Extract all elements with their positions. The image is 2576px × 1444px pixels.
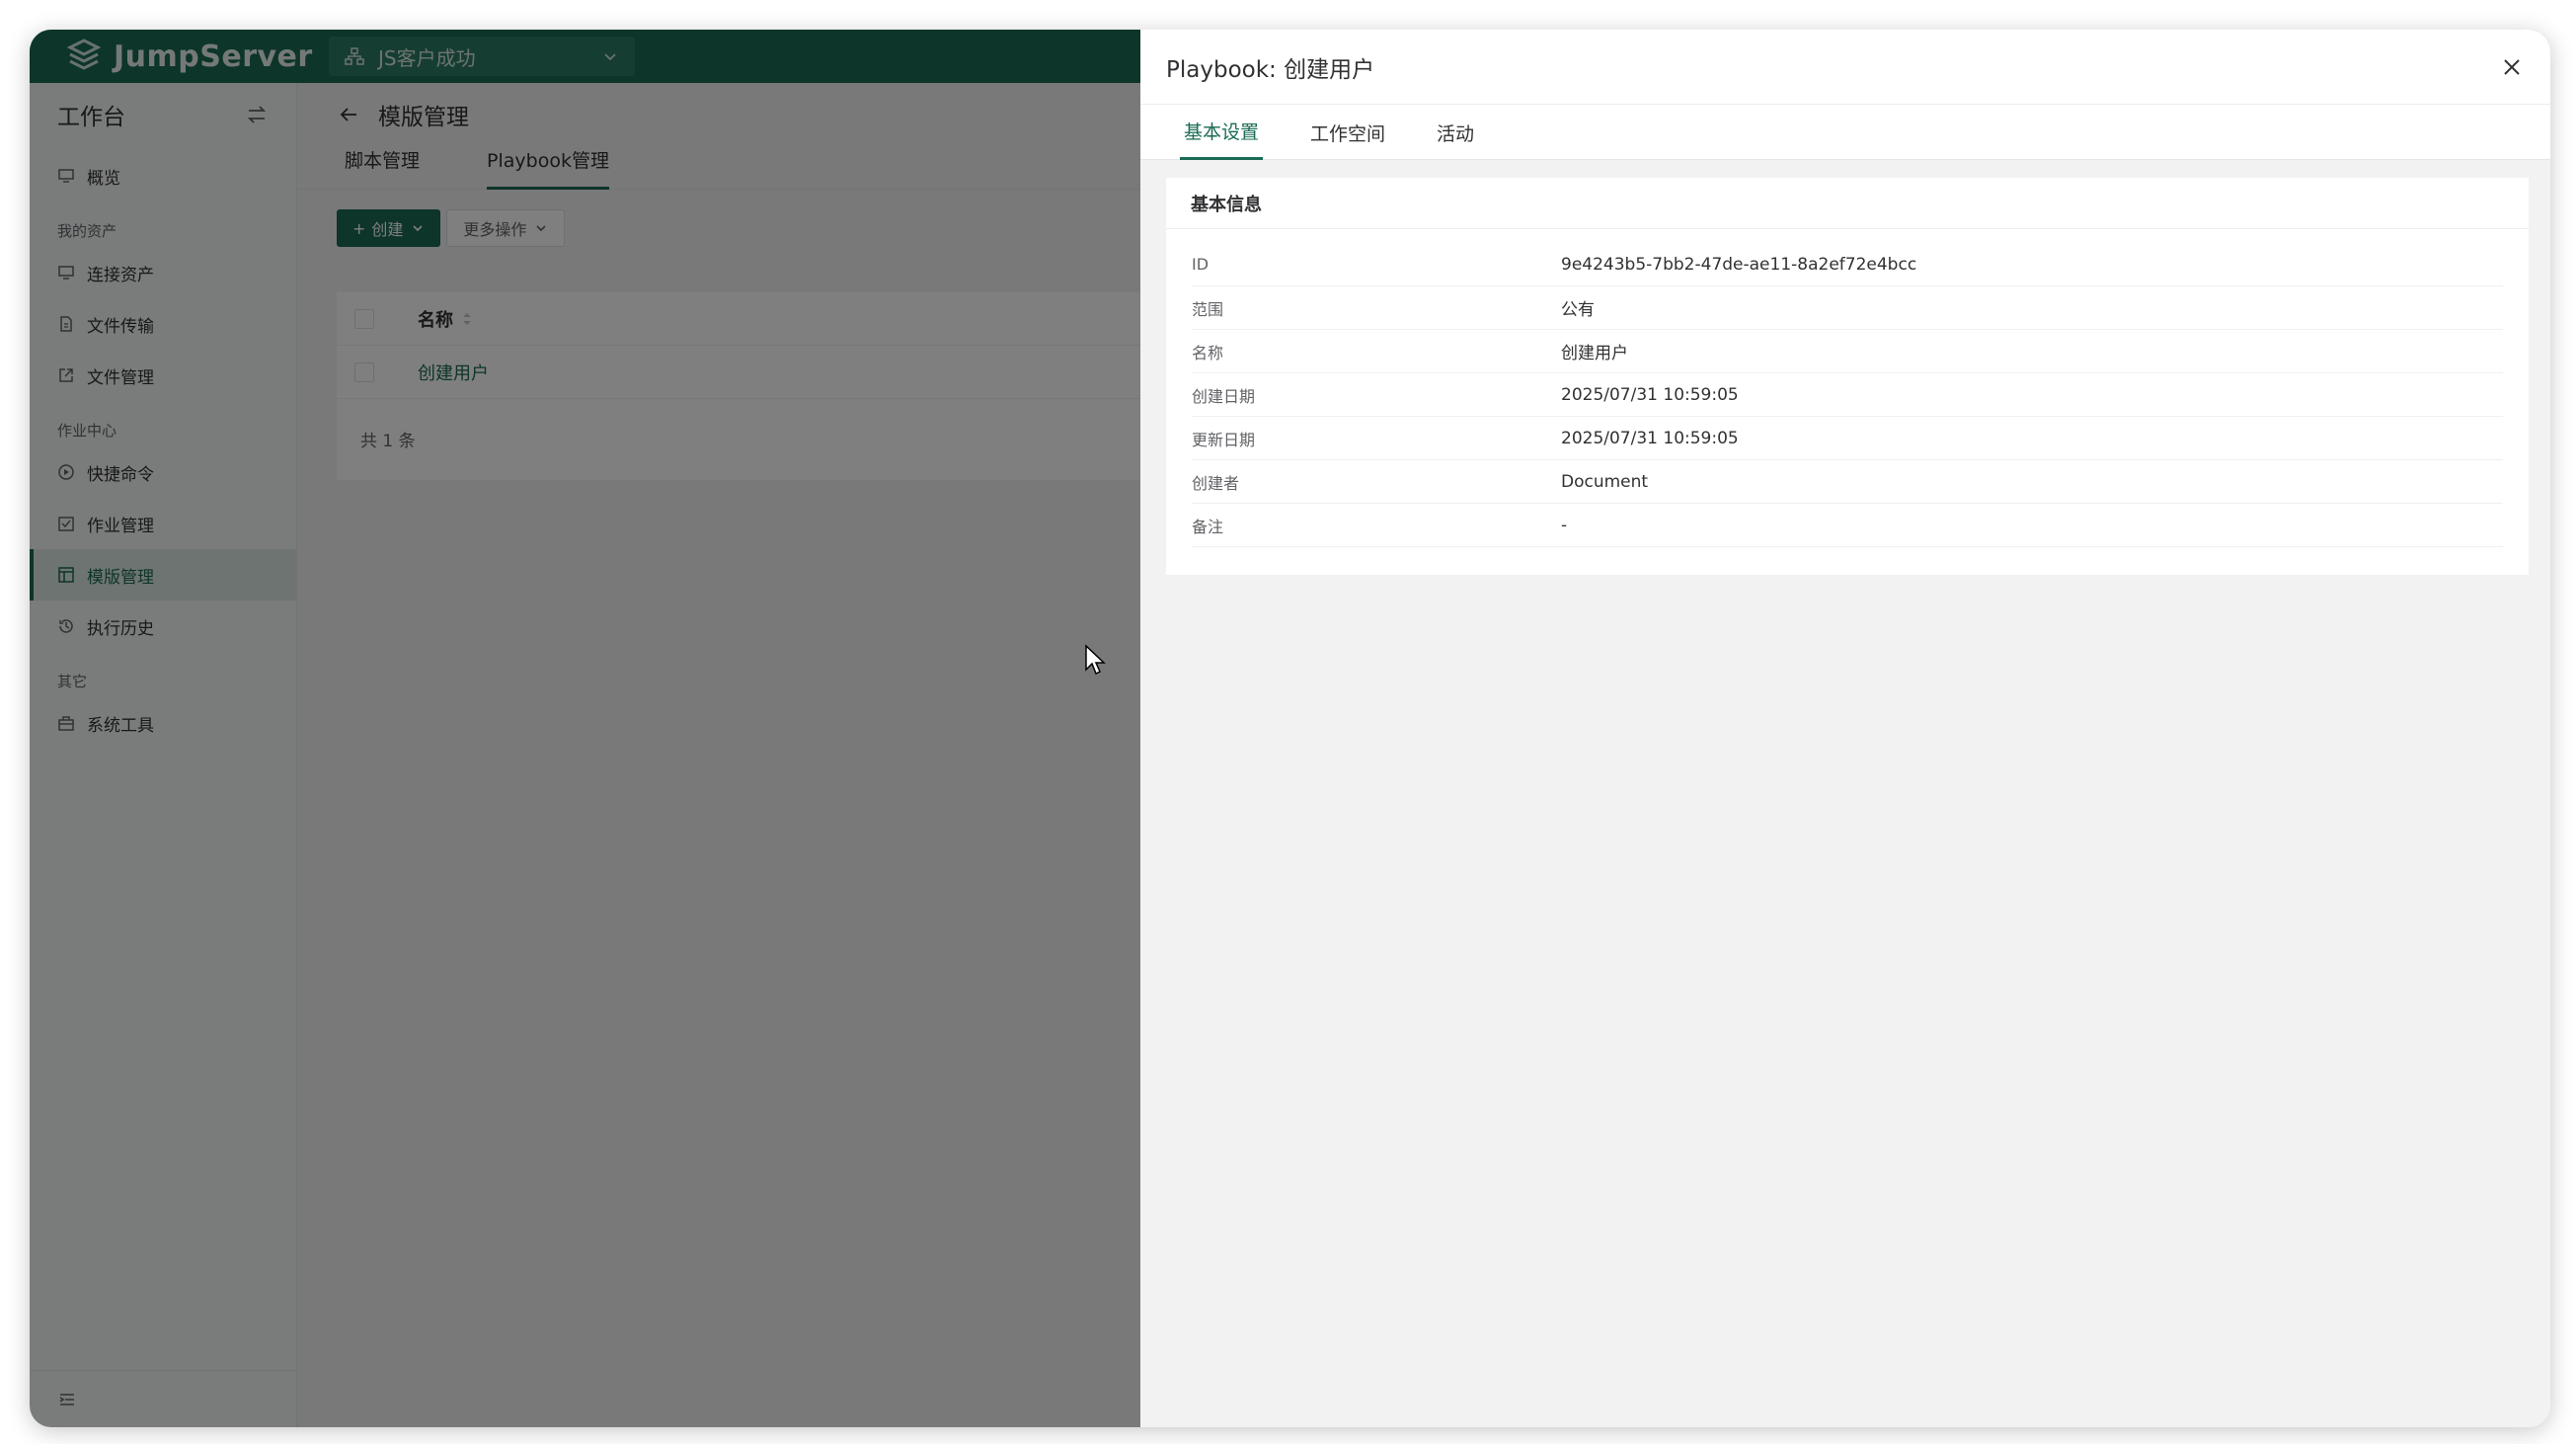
mouse-cursor-icon (1085, 644, 1106, 676)
close-icon[interactable] (2499, 54, 2525, 80)
info-label: 备注 (1192, 517, 1224, 536)
app-window: JumpServer JS客户成功 工作台 概览 我的资 (30, 30, 2550, 1427)
info-value: 2025/07/31 10:59:05 (1561, 428, 1739, 448)
card-title: 基本信息 (1166, 178, 2529, 229)
tab-activity[interactable]: 活动 (1433, 105, 1478, 160)
info-row-id: ID 9e4243b5-7bb2-47de-ae11-8a2ef72e4bcc (1192, 243, 2503, 286)
info-label: 创建日期 (1192, 386, 1256, 406)
info-value: - (1561, 515, 1568, 535)
info-row-scope: 范围 公有 (1192, 286, 2503, 330)
drawer-header: Playbook: 创建用户 (1140, 30, 2550, 105)
info-row-creator: 创建者 Document (1192, 460, 2503, 504)
info-value: 2025/07/31 10:59:05 (1561, 384, 1739, 405)
info-row-created-date: 创建日期 2025/07/31 10:59:05 (1192, 373, 2503, 417)
info-value: Document (1561, 471, 1649, 492)
modal-overlay[interactable] (30, 30, 1140, 1427)
info-label: 名称 (1192, 343, 1224, 362)
tab-basic-settings[interactable]: 基本设置 (1180, 105, 1264, 160)
basic-info-card: 基本信息 ID 9e4243b5-7bb2-47de-ae11-8a2ef72e… (1166, 178, 2529, 575)
info-label: 范围 (1192, 299, 1224, 319)
info-list: ID 9e4243b5-7bb2-47de-ae11-8a2ef72e4bcc … (1166, 229, 2529, 547)
info-row-updated-date: 更新日期 2025/07/31 10:59:05 (1192, 417, 2503, 460)
detail-drawer: Playbook: 创建用户 基本设置 工作空间 活动 基本信息 ID 9e42… (1140, 30, 2550, 1427)
tab-workspace[interactable]: 工作空间 (1306, 105, 1389, 160)
info-label: 更新日期 (1192, 430, 1256, 449)
info-row-name: 名称 创建用户 (1192, 330, 2503, 373)
info-label: 创建者 (1192, 473, 1240, 493)
info-row-comment: 备注 - (1192, 504, 2503, 547)
drawer-tabs: 基本设置 工作空间 活动 (1140, 105, 2550, 160)
info-label: ID (1192, 255, 1210, 274)
info-value: 9e4243b5-7bb2-47de-ae11-8a2ef72e4bcc (1561, 254, 1917, 275)
drawer-title: Playbook: 创建用户 (1166, 56, 1375, 83)
info-value: 公有 (1561, 300, 1595, 320)
info-value: 创建用户 (1561, 344, 1628, 363)
